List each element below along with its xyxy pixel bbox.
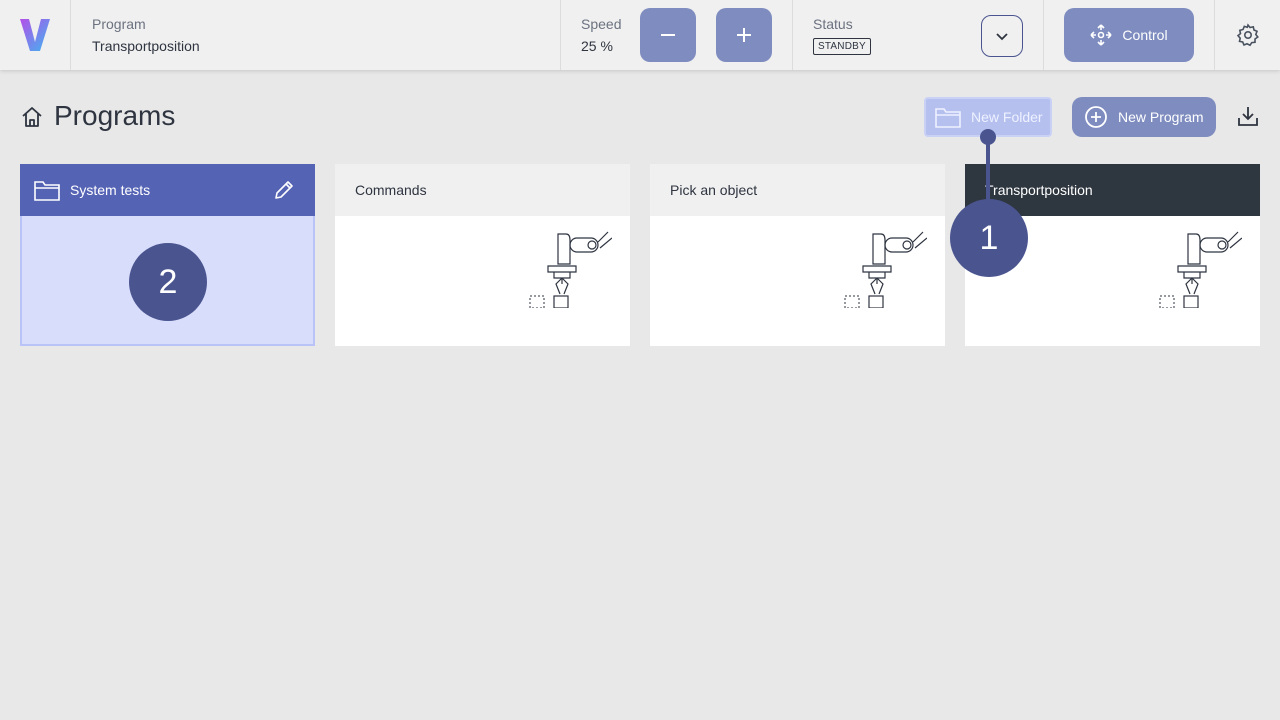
program-label: Program — [92, 16, 146, 32]
plus-icon — [737, 28, 751, 42]
robot-arm-icon — [1159, 231, 1242, 308]
card-header: Pick an object — [650, 164, 945, 216]
card-title: Pick an object — [670, 182, 758, 198]
folder-icon — [935, 108, 961, 128]
card-title: Commands — [355, 182, 427, 198]
step-marker-2: 2 — [129, 243, 207, 321]
step-marker-1: 1 — [950, 199, 1028, 277]
program-card-pick-an-object[interactable]: Pick an object — [650, 164, 945, 346]
status-dropdown-button[interactable] — [981, 15, 1023, 57]
program-card-commands[interactable]: Commands — [335, 164, 630, 346]
new-program-label: New Program — [1118, 109, 1204, 125]
card-title: System tests — [70, 182, 151, 198]
speed-value: 25 % — [581, 38, 613, 54]
new-folder-label: New Folder — [971, 109, 1043, 125]
logo-v-icon — [20, 19, 50, 51]
folder-icon — [34, 181, 60, 201]
marker-anchor-dot — [980, 129, 996, 145]
home-icon[interactable] — [20, 105, 44, 129]
speed-label: Speed — [581, 16, 622, 32]
robot-arm-icon — [529, 231, 612, 308]
minus-icon — [661, 34, 675, 36]
status-badge: STANDBY — [813, 38, 871, 55]
speed-increase-button[interactable] — [716, 8, 772, 62]
program-value: Transportposition — [92, 38, 200, 54]
status-label: Status — [813, 16, 853, 32]
marker-connector — [986, 137, 990, 207]
chevron-down-icon — [996, 33, 1008, 41]
top-bar: Program Transportposition Speed 25 % Sta… — [0, 0, 1280, 70]
card-header: Commands — [335, 164, 630, 216]
new-program-button[interactable]: New Program — [1072, 97, 1216, 137]
divider — [560, 0, 561, 70]
settings-button[interactable] — [1234, 21, 1262, 49]
pencil-icon[interactable] — [273, 179, 295, 201]
gear-icon — [1236, 23, 1259, 47]
move-icon — [1090, 24, 1112, 46]
card-body — [650, 216, 945, 346]
card-header: System tests — [20, 164, 315, 216]
page-title: Programs — [54, 100, 176, 131]
plus-circle-icon — [1085, 106, 1107, 128]
divider — [792, 0, 793, 70]
download-icon[interactable] — [1236, 104, 1260, 128]
card-title: Transportposition — [985, 182, 1093, 198]
control-button[interactable]: Control — [1064, 8, 1194, 62]
divider — [70, 0, 71, 70]
divider — [1214, 0, 1215, 70]
speed-decrease-button[interactable] — [640, 8, 696, 62]
divider — [1043, 0, 1044, 70]
robot-arm-icon — [844, 231, 927, 308]
control-label: Control — [1122, 27, 1168, 43]
card-body — [335, 216, 630, 346]
